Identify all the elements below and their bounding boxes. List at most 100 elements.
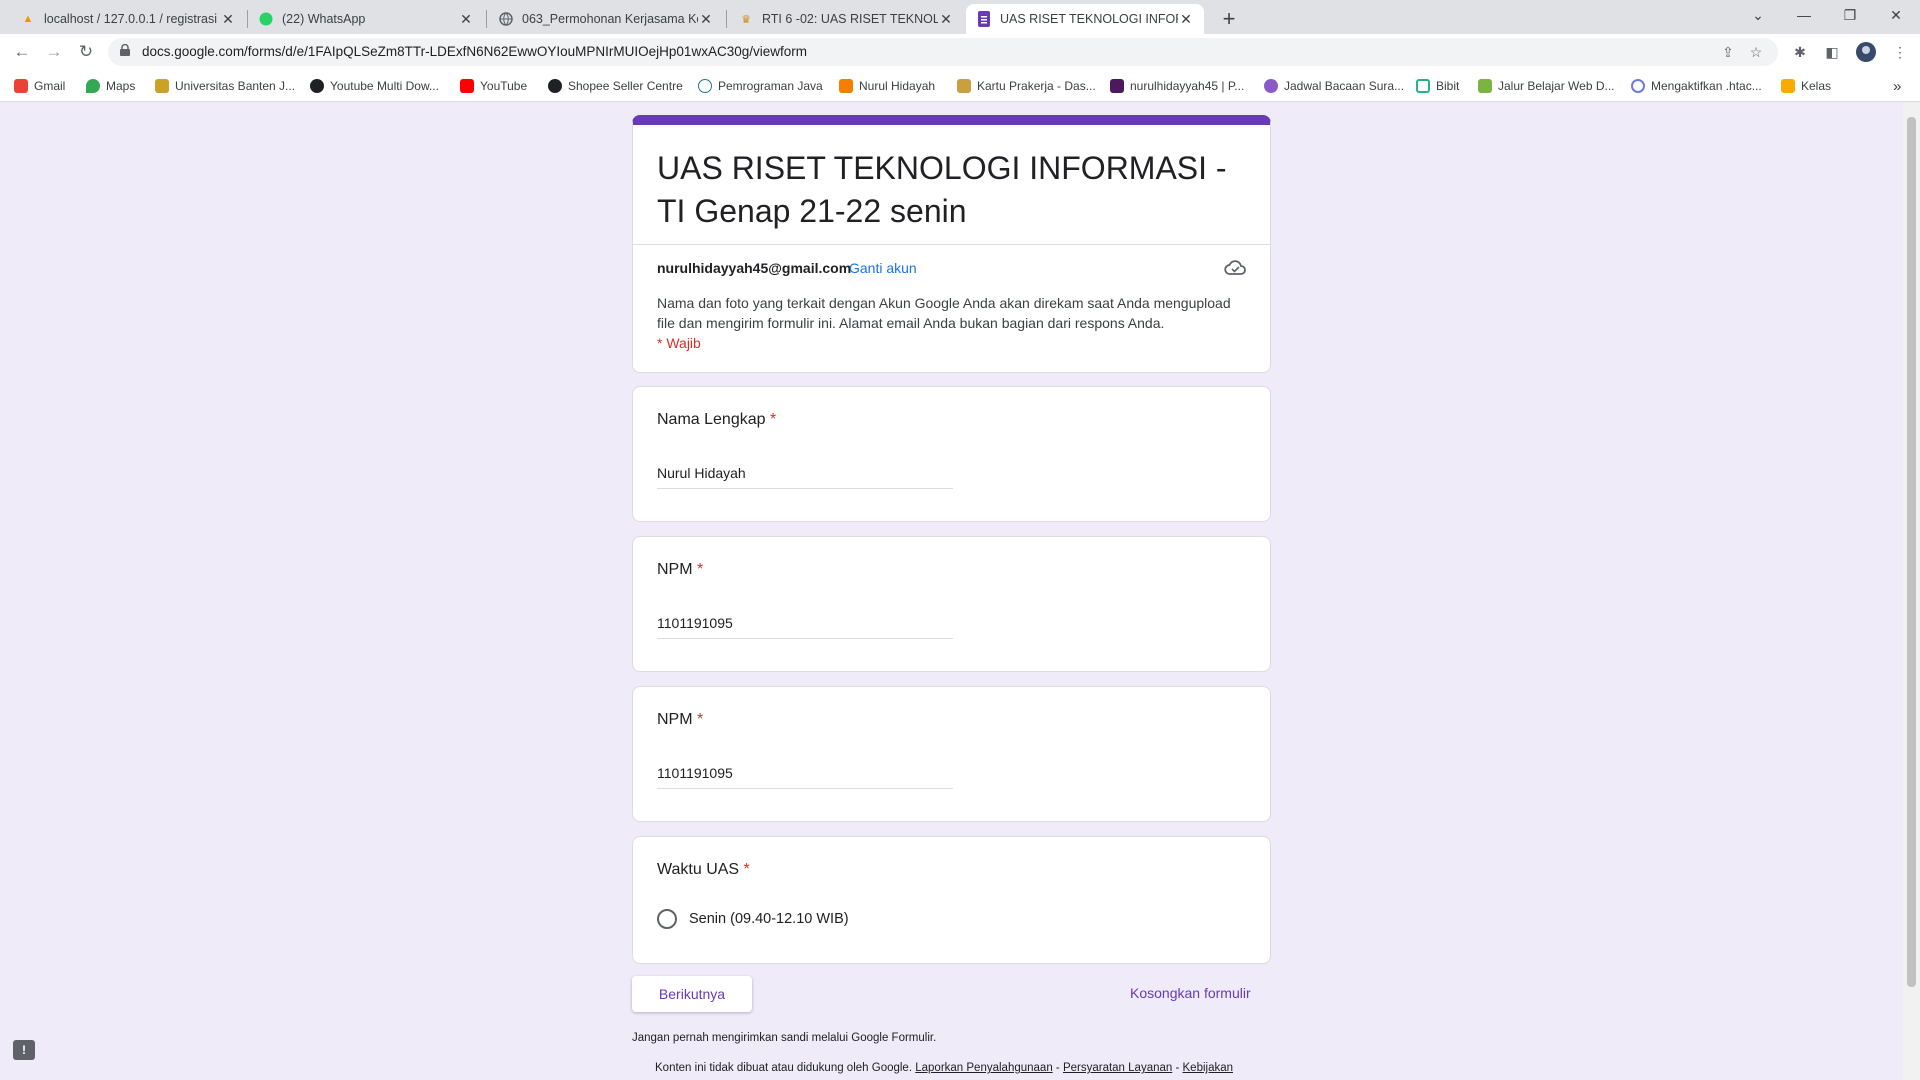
bookmark-label: Bibit — [1436, 79, 1460, 93]
globe-icon — [310, 79, 324, 93]
answer-input[interactable]: Nurul Hidayah — [657, 465, 953, 489]
moodle-icon: ♛ — [741, 13, 751, 26]
blogger-icon — [839, 79, 853, 93]
browser-tab-active[interactable]: UAS RISET TEKNOLOGI INFORMA ✕ — [966, 4, 1204, 34]
footer-disclaimer: Konten ini tidak dibuat atau didukung ol… — [655, 1062, 1233, 1074]
radio-option-label[interactable]: Senin (09.40-12.10 WIB) — [689, 911, 849, 927]
bookmark-label: Universitas Banten J... — [175, 79, 296, 93]
browser-tab[interactable]: ♛ RTI 6 -02: UAS RISET TEKNOLOGI ✕ — [728, 4, 964, 34]
bookmark-label: Gmail — [34, 79, 66, 93]
browser-tab-strip: ▲ localhost / 127.0.0.1 / registrasi / ✕… — [0, 0, 1920, 34]
question-label: NPM * — [657, 561, 704, 578]
garuda-icon — [957, 79, 971, 93]
restore-icon[interactable]: ❐ — [1827, 0, 1873, 30]
form-title: UAS RISET TEKNOLOGI INFORMASI -TI Genap … — [657, 150, 1227, 229]
browser-tab[interactable]: 063_Permohonan Kerjasama Kep ✕ — [488, 4, 724, 34]
divider — [633, 244, 1270, 245]
lock-icon — [120, 44, 130, 56]
url-text: docs.google.com/forms/d/e/1FAIpQLSeZm8TT… — [142, 44, 807, 59]
report-problem-icon[interactable]: ! — [13, 1040, 35, 1060]
switch-account-link[interactable]: Ganti akun — [849, 260, 917, 276]
bookmark-jadwal[interactable]: Jadwal Bacaan Sura... — [1264, 78, 1404, 94]
reload-icon[interactable]: ↻ — [74, 40, 98, 64]
question-card: NPM * 1101191095 — [632, 536, 1271, 672]
bookmark-java[interactable]: Pemrograman Java — [698, 78, 823, 94]
answer-input[interactable]: 1101191095 — [657, 765, 953, 789]
youtube-icon — [460, 79, 474, 93]
tab-title: 063_Permohonan Kerjasama Kep — [522, 12, 698, 26]
dicoding-icon — [1478, 79, 1492, 93]
footer-separator: - — [1052, 1062, 1063, 1074]
whatsapp-icon — [258, 11, 274, 27]
bookmark-nurulhidayyah[interactable]: nurulhidayyah45 | P... — [1110, 78, 1244, 94]
back-icon[interactable]: ← — [10, 40, 34, 64]
scrollbar[interactable] — [1903, 103, 1920, 1080]
tab-title: localhost / 127.0.0.1 / registrasi / — [44, 12, 220, 26]
bookmark-blogger[interactable]: Nurul Hidayah — [839, 78, 935, 94]
scrollbar-thumb[interactable] — [1907, 117, 1916, 987]
bookmark-unbaja[interactable]: Universitas Banten J... — [155, 78, 295, 94]
extensions-icon[interactable]: ✱ — [1790, 42, 1810, 62]
close-icon[interactable]: ✕ — [1178, 11, 1194, 28]
footer-separator: - — [1172, 1062, 1183, 1074]
question-label: NPM * — [657, 711, 704, 728]
tab-search-icon[interactable]: ⌄ — [1735, 0, 1781, 30]
maps-pin-icon — [86, 79, 100, 93]
site-icon — [1631, 79, 1645, 93]
close-icon[interactable]: ✕ — [458, 11, 474, 28]
bookmark-label: Nurul Hidayah — [859, 79, 936, 93]
question-card: Waktu UAS * Senin (09.40-12.10 WIB) — [632, 836, 1271, 964]
side-panel-icon[interactable]: ◧ — [1822, 42, 1842, 62]
window-close-icon[interactable]: ✕ — [1873, 0, 1919, 30]
bookmark-bibit[interactable]: Bibit — [1416, 78, 1459, 94]
address-bar[interactable]: docs.google.com/forms/d/e/1FAIpQLSeZm8TT… — [108, 38, 1778, 66]
menu-icon[interactable]: ⋮ — [1890, 42, 1910, 62]
bookmark-label: YouTube — [480, 79, 528, 93]
minimize-icon[interactable]: — — [1781, 0, 1827, 30]
google-forms-icon — [976, 11, 992, 27]
close-icon[interactable]: ✕ — [938, 11, 954, 28]
new-tab-icon[interactable]: + — [1215, 5, 1243, 33]
password-warning: Jangan pernah mengirimkan sandi melalui … — [632, 1032, 937, 1044]
profile-icon — [1110, 79, 1124, 93]
bookmark-label: Mengaktifkan .htac... — [1651, 79, 1762, 93]
globe-icon — [548, 79, 562, 93]
bookmark-label: Jadwal Bacaan Sura... — [1284, 79, 1405, 93]
question-card: Nama Lengkap * Nurul Hidayah — [632, 386, 1271, 522]
bookmark-htaccess[interactable]: Mengaktifkan .htac... — [1631, 78, 1762, 94]
avatar[interactable] — [1856, 42, 1876, 62]
wordpress-icon — [698, 79, 712, 93]
report-abuse-link[interactable]: Laporkan Penyalahgunaan — [915, 1062, 1052, 1074]
forward-icon[interactable]: → — [42, 40, 66, 64]
classroom-icon — [1781, 79, 1795, 93]
bookmark-jalur[interactable]: Jalur Belajar Web D... — [1478, 78, 1615, 94]
terms-link[interactable]: Persyaratan Layanan — [1063, 1062, 1172, 1074]
bookmark-star-icon[interactable]: ☆ — [1746, 42, 1766, 62]
bookmark-prakerja[interactable]: Kartu Prakerja - Das... — [957, 78, 1096, 94]
bookmark-label: Youtube Multi Dow... — [330, 79, 439, 93]
bookmark-youtube-multi[interactable]: Youtube Multi Dow... — [310, 78, 439, 94]
close-icon[interactable]: ✕ — [220, 11, 236, 28]
bookmark-shopee[interactable]: Shopee Seller Centre — [548, 78, 683, 94]
bookmark-kelas[interactable]: Kelas — [1781, 78, 1831, 94]
share-icon[interactable]: ⇪ — [1718, 42, 1738, 62]
browser-tab[interactable]: ▲ localhost / 127.0.0.1 / registrasi / ✕ — [10, 4, 246, 34]
answer-input[interactable]: 1101191095 — [657, 615, 953, 639]
phpmyadmin-icon: ▲ — [22, 13, 34, 25]
gmail-icon — [14, 79, 28, 93]
next-button[interactable]: Berikutnya — [632, 976, 752, 1012]
university-icon — [155, 79, 169, 93]
browser-tab[interactable]: (22) WhatsApp ✕ — [248, 4, 484, 34]
clear-form-button[interactable]: Kosongkan formulir — [1130, 985, 1251, 1001]
bookmarks-bar: Gmail Maps Universitas Banten J... Youtu… — [0, 70, 1920, 102]
bookmark-youtube[interactable]: YouTube — [460, 78, 527, 94]
privacy-link[interactable]: Kebijakan — [1183, 1062, 1234, 1074]
close-icon[interactable]: ✕ — [698, 11, 714, 28]
bookmark-maps[interactable]: Maps — [86, 78, 135, 94]
tab-title: (22) WhatsApp — [282, 12, 366, 26]
bookmarks-overflow-icon[interactable]: » — [1893, 78, 1901, 95]
radio-button[interactable] — [657, 909, 677, 929]
bookmark-label: nurulhidayyah45 | P... — [1130, 79, 1245, 93]
bookmark-gmail[interactable]: Gmail — [14, 78, 65, 94]
bibit-icon — [1416, 79, 1430, 93]
